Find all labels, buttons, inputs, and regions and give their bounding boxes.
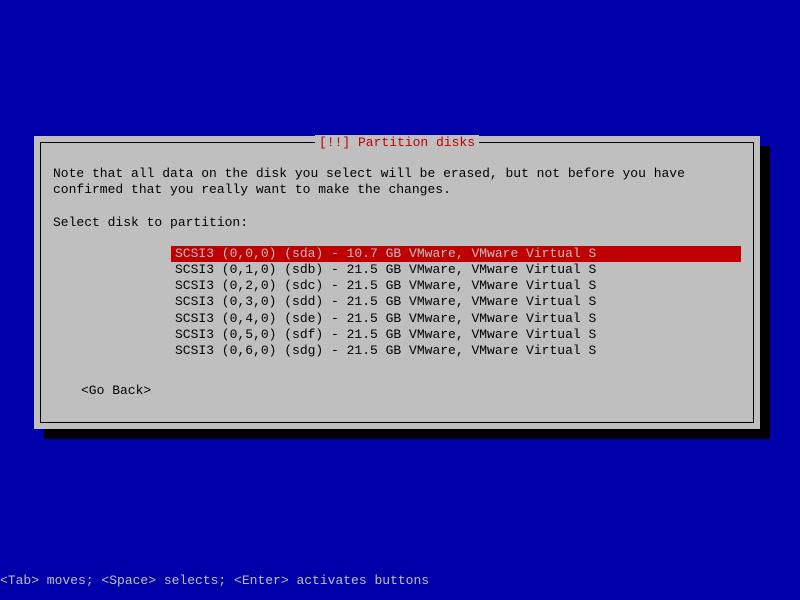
disk-option-sdd[interactable]: SCSI3 (0,3,0) (sdd) - 21.5 GB VMware, VM…	[171, 294, 741, 310]
disk-option-sde[interactable]: SCSI3 (0,4,0) (sde) - 21.5 GB VMware, VM…	[171, 311, 741, 327]
go-back-button[interactable]: <Go Back>	[81, 383, 741, 398]
dialog-outer: [!!] Partition disks Note that all data …	[34, 136, 760, 429]
disk-option-sdc[interactable]: SCSI3 (0,2,0) (sdc) - 21.5 GB VMware, VM…	[171, 278, 741, 294]
dialog-note-text: Note that all data on the disk you selec…	[53, 166, 685, 197]
help-bar: <Tab> moves; <Space> selects; <Enter> ac…	[0, 573, 429, 588]
disk-option-sdb[interactable]: SCSI3 (0,1,0) (sdb) - 21.5 GB VMware, VM…	[171, 262, 741, 278]
dialog-title-wrap: [!!] Partition disks	[41, 135, 753, 150]
dialog-note: Note that all data on the disk you selec…	[53, 166, 741, 199]
dialog-prompt: Select disk to partition:	[53, 215, 741, 230]
disk-option-sda[interactable]: SCSI3 (0,0,0) (sda) - 10.7 GB VMware, VM…	[171, 246, 741, 262]
disk-option-sdf[interactable]: SCSI3 (0,5,0) (sdf) - 21.5 GB VMware, VM…	[171, 327, 741, 343]
disk-option-sdg[interactable]: SCSI3 (0,6,0) (sdg) - 21.5 GB VMware, VM…	[171, 343, 741, 359]
dialog: [!!] Partition disks Note that all data …	[40, 142, 754, 423]
disk-list: SCSI3 (0,0,0) (sda) - 10.7 GB VMware, VM…	[171, 246, 741, 360]
dialog-title: [!!] Partition disks	[315, 135, 479, 150]
